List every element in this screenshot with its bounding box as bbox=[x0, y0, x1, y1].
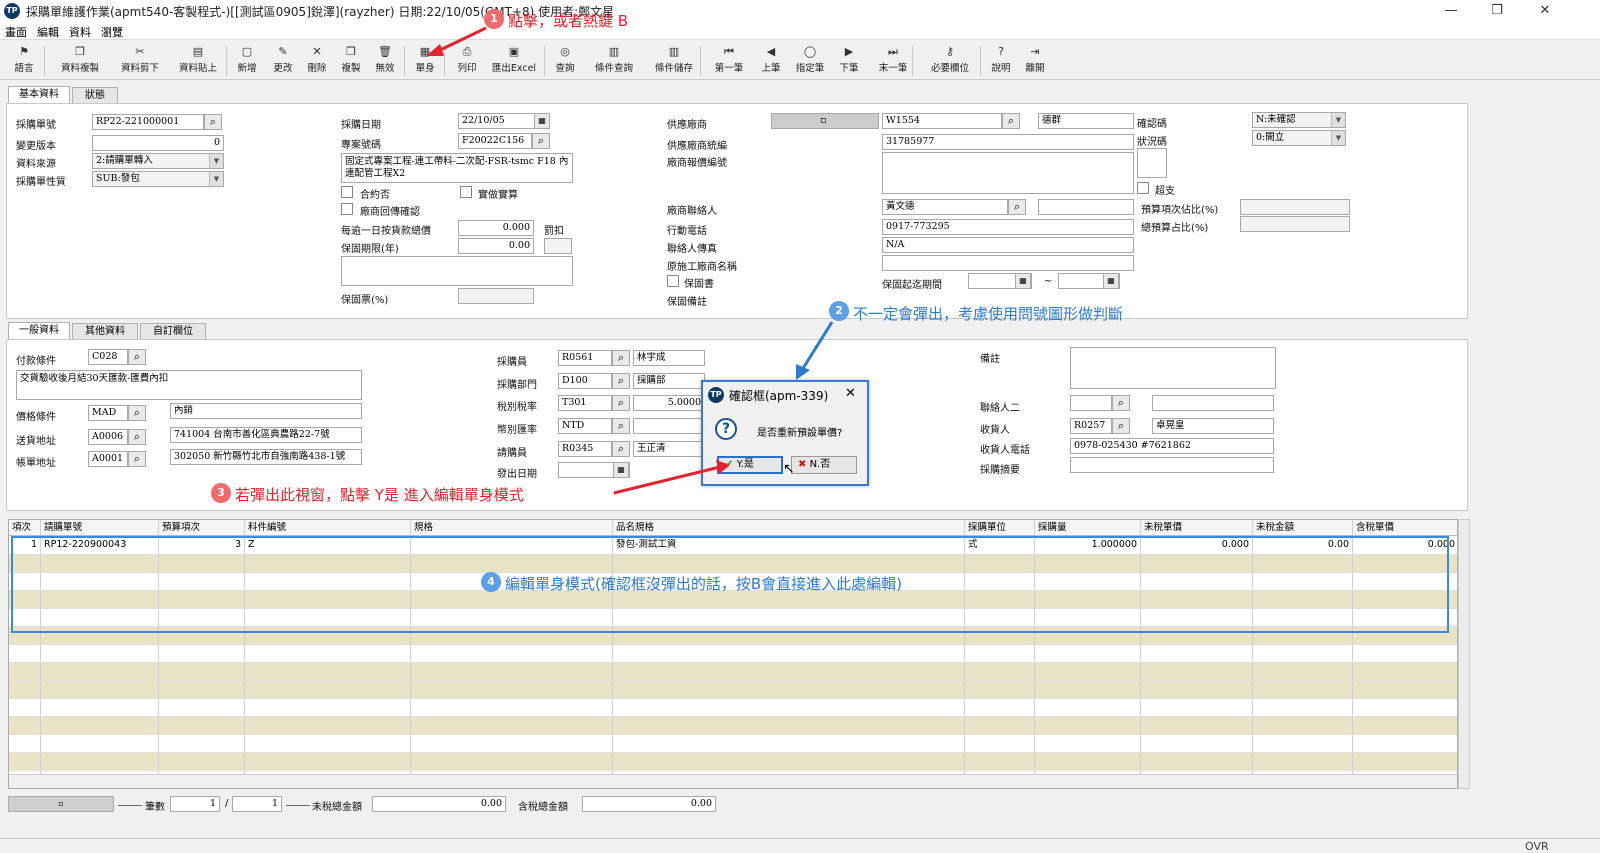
annotation-arrows bbox=[11, 26, 1449, 633]
annotation-3: 若彈出此視窗，點擊 Y是 進入編輯單身模式 bbox=[235, 486, 524, 504]
arrow-3 bbox=[613, 465, 721, 495]
annotation-badge-4: 4 bbox=[481, 572, 501, 592]
arrow-2 bbox=[800, 321, 834, 371]
annotation-4: 編輯單身模式(確認框沒彈出的話，按B會直接進入此處編輯) bbox=[505, 575, 902, 593]
arrow-3-head bbox=[716, 460, 730, 474]
annotation-badge-2: 2 bbox=[829, 301, 849, 321]
annotation-badge-3: 3 bbox=[211, 483, 231, 503]
annotation-2: 不一定會彈出，考慮使用問號圖形做判斷 bbox=[853, 305, 1124, 323]
arrow-1 bbox=[435, 26, 487, 54]
arrow-1-head bbox=[426, 44, 444, 56]
